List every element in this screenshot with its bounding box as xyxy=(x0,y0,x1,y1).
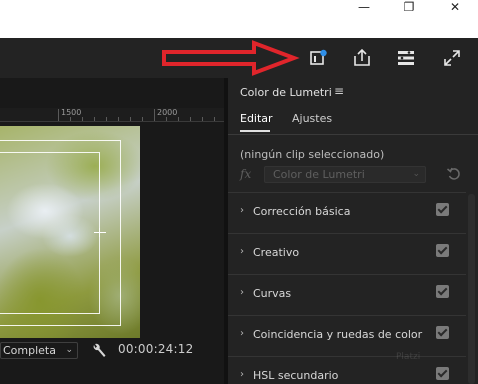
monitor-controls: Completa ⌄ 00:00:24:12 xyxy=(0,340,224,362)
section-label: Creativo xyxy=(253,246,300,259)
chevron-right-icon: › xyxy=(240,205,244,216)
section-label: Curvas xyxy=(253,287,292,300)
tab-divider xyxy=(228,134,478,135)
resolution-value: Completa xyxy=(3,344,56,357)
chevron-down-icon: ⌄ xyxy=(65,345,73,355)
chevron-down-icon: ⌄ xyxy=(412,169,420,179)
workspace-list-icon[interactable] xyxy=(396,48,416,68)
panel-menu-icon[interactable]: ≡ xyxy=(334,84,344,98)
fullscreen-icon[interactable] xyxy=(442,48,462,68)
resolution-dropdown[interactable]: Completa ⌄ xyxy=(0,342,78,359)
clip-status-text: (ningún clip seleccionado) xyxy=(240,148,385,161)
enable-checkbox[interactable] xyxy=(436,203,449,216)
ruler-label-2000: 2000 xyxy=(157,108,178,117)
effect-row: fx Color de Lumetri ⌄ xyxy=(240,166,472,184)
section-label: Corrección básica xyxy=(253,205,351,218)
chevron-right-icon: › xyxy=(240,287,244,298)
active-tab-indicator xyxy=(240,130,270,132)
enable-checkbox[interactable] xyxy=(436,326,449,339)
fx-icon[interactable]: fx xyxy=(240,167,251,181)
program-monitor: 1500 2000 Completa ⌄ 00:00:24:12 xyxy=(0,78,224,384)
minimize-button[interactable]: — xyxy=(341,0,387,14)
section-coincidencia-ruedas[interactable]: › Coincidencia y ruedas de color xyxy=(228,315,466,355)
section-creativo[interactable]: › Creativo xyxy=(228,233,466,273)
title-safe-guide xyxy=(0,152,100,314)
chevron-right-icon: › xyxy=(240,369,244,380)
chevron-right-icon: › xyxy=(240,328,244,339)
watermark: Platzi xyxy=(396,352,421,362)
tab-ajustes[interactable]: Ajustes xyxy=(292,112,332,125)
panel-scrollbar[interactable] xyxy=(468,194,475,384)
color-panel-icon[interactable] xyxy=(308,48,328,68)
notification-badge xyxy=(320,49,327,57)
enable-checkbox[interactable] xyxy=(436,367,449,380)
close-button[interactable]: ✕ xyxy=(432,0,478,14)
center-crosshair-vertical xyxy=(99,228,100,237)
center-crosshair xyxy=(94,232,106,233)
app-toolbar xyxy=(0,38,478,78)
enable-checkbox[interactable] xyxy=(436,285,449,298)
ruler-label-1500: 1500 xyxy=(61,108,82,117)
enable-checkbox[interactable] xyxy=(436,244,449,257)
effect-name: Color de Lumetri xyxy=(273,168,365,181)
wrench-icon[interactable] xyxy=(90,342,108,360)
playhead-timecode[interactable]: 00:00:24:12 xyxy=(118,342,193,356)
chevron-right-icon: › xyxy=(240,246,244,257)
section-hsl-secundario[interactable]: › HSL secundario xyxy=(228,356,466,384)
section-label: Coincidencia y ruedas de color xyxy=(253,328,423,341)
section-curvas[interactable]: › Curvas xyxy=(228,274,466,314)
window-title-bar: — ❐ ✕ xyxy=(0,0,478,38)
panel-title: Color de Lumetri xyxy=(240,86,332,99)
section-label: HSL secundario xyxy=(253,369,339,382)
share-export-icon[interactable] xyxy=(352,48,372,68)
annotation-arrow xyxy=(162,40,300,76)
timeline-ruler[interactable]: 1500 2000 xyxy=(0,108,224,122)
reset-icon[interactable] xyxy=(446,166,462,182)
section-correccion-basica[interactable]: › Corrección básica xyxy=(228,192,466,232)
tab-editar[interactable]: Editar xyxy=(240,112,273,125)
video-frame xyxy=(0,126,140,338)
maximize-button[interactable]: ❐ xyxy=(386,0,432,14)
lumetri-color-panel: Color de Lumetri ≡ Editar Ajustes (ningú… xyxy=(228,78,478,384)
effect-dropdown[interactable]: Color de Lumetri ⌄ xyxy=(264,166,426,183)
